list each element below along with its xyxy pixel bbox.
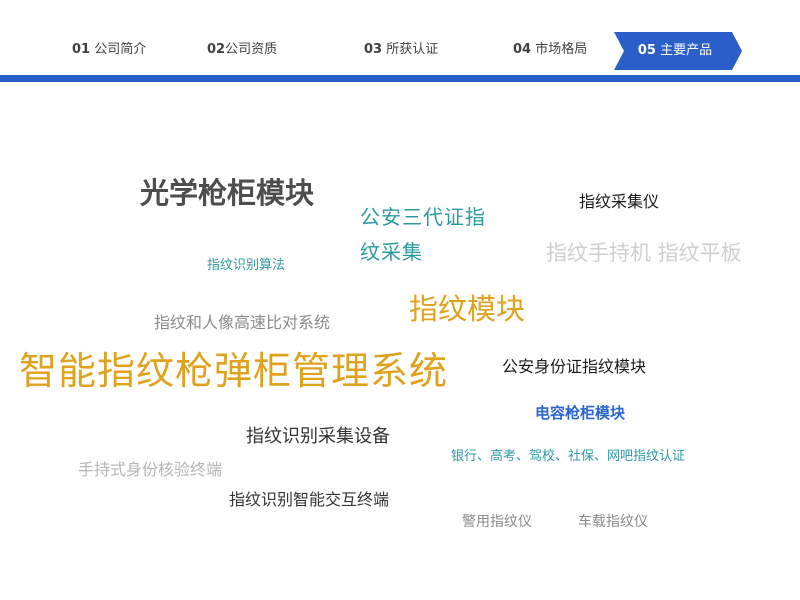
word-fingerprint-authentication-uses: 银行、高考、驾校、社保、网吧指纹认证	[451, 449, 686, 464]
word-police-fingerprint-device: 警用指纹仪	[462, 514, 532, 530]
word-fingerprint-scanner: 指纹采集仪	[579, 192, 660, 211]
word-fingerprint-algorithm: 指纹识别算法	[207, 258, 286, 273]
nav-item-number: 02	[207, 42, 226, 57]
nav-underline-fill	[0, 75, 800, 82]
word-police-id-fingerprint-module: 公安身份证指纹模块	[502, 357, 647, 376]
word-police-third-gen-id-fingerprint-capture: 公安三代证指纹采集	[360, 205, 486, 264]
nav-item-market-landscape[interactable]: 04 市场格局	[513, 42, 587, 58]
nav-item-company-qualifications[interactable]: 02公司资质	[207, 42, 277, 58]
slide: 01 公司简介 02公司资质 03 所获认证 04 市场格局 05 主要产品 光…	[0, 0, 800, 600]
nav-item-label: 市场格局	[535, 42, 588, 57]
nav-item-number: 03	[364, 42, 383, 57]
nav-item-certifications[interactable]: 03 所获认证	[364, 42, 438, 58]
nav-item-label-active: 05 主要产品	[614, 43, 736, 59]
word-smart-gun-cabinet-management-system: 智能指纹枪弹柜管理系统	[19, 349, 449, 393]
word-fingerprint-face-matching-system: 指纹和人像高速比对系统	[154, 313, 331, 332]
word-optical-gun-cabinet-module: 光学枪柜模块	[140, 176, 315, 210]
word-handheld-identity-terminal: 手持式身份核验终端	[78, 460, 223, 479]
nav-item-label: 所获认证	[386, 42, 439, 57]
word-capacitive-gun-cabinet-module: 电容枪柜模块	[535, 404, 626, 422]
word-fingerprint-handheld-tablet: 指纹手持机 指纹平板	[546, 241, 742, 265]
nav-item-label: 主要产品	[660, 43, 713, 58]
word-fingerprint-module: 指纹模块	[409, 292, 526, 326]
word-vehicle-fingerprint-device: 车载指纹仪	[578, 514, 648, 530]
nav-item-label: 公司资质	[225, 42, 278, 57]
nav-item-label: 公司简介	[94, 42, 147, 57]
word-fingerprint-capture-device: 指纹识别采集设备	[246, 426, 390, 447]
nav-item-main-products-active[interactable]: 05 主要产品	[614, 32, 742, 70]
top-navigation: 01 公司简介 02公司资质 03 所获认证 04 市场格局 05 主要产品	[0, 0, 800, 84]
nav-item-number: 04	[513, 42, 532, 57]
word-fingerprint-smart-interactive-terminal: 指纹识别智能交互终端	[229, 490, 390, 509]
nav-item-number: 01	[72, 42, 91, 57]
nav-underline-bar	[0, 75, 800, 82]
nav-item-number: 05	[637, 43, 656, 58]
nav-item-company-intro[interactable]: 01 公司简介	[72, 42, 146, 58]
